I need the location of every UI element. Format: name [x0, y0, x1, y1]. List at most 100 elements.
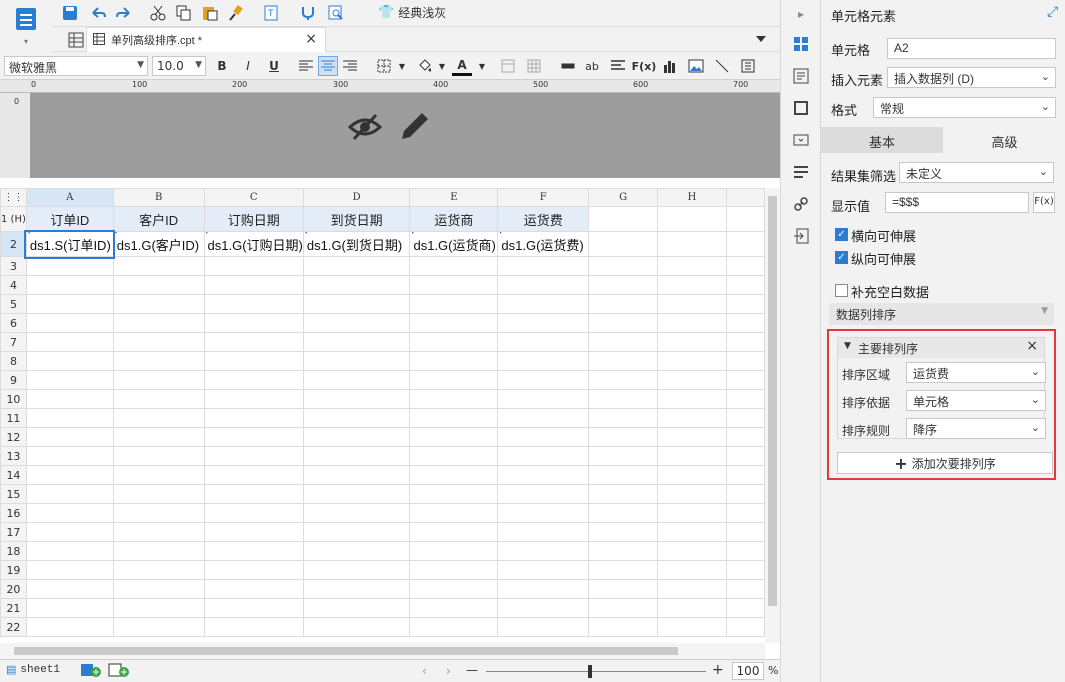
empty-cell[interactable]	[657, 617, 727, 637]
empty-cell[interactable]	[588, 598, 659, 618]
empty-cell[interactable]	[725, 351, 765, 371]
empty-cell[interactable]	[112, 294, 205, 314]
empty-cell[interactable]	[588, 408, 659, 428]
preview-icon[interactable]: T	[262, 3, 282, 23]
add-sheet-icon[interactable]	[80, 663, 102, 680]
empty-cell[interactable]	[588, 541, 659, 561]
empty-cell[interactable]	[203, 294, 304, 314]
empty-cell[interactable]	[203, 484, 304, 504]
formula-button[interactable]: F(x)	[1033, 192, 1055, 213]
empty-cell[interactable]	[409, 351, 499, 371]
add-secondary-sort-button[interactable]: + 添加次要排列序	[837, 452, 1053, 474]
empty-cell[interactable]	[497, 389, 590, 409]
header-cell[interactable]: 客户ID	[112, 206, 205, 232]
app-menu-button[interactable]: ▾	[0, 0, 52, 52]
empty-cell[interactable]	[302, 560, 411, 580]
row-header[interactable]: 19	[0, 560, 27, 580]
hyperlink-icon[interactable]	[791, 194, 811, 214]
empty-cell[interactable]	[112, 351, 205, 371]
empty-cell[interactable]	[725, 541, 765, 561]
empty-cell[interactable]	[25, 332, 114, 352]
row-header[interactable]: 6	[0, 313, 27, 333]
grid-view-icon[interactable]	[66, 30, 86, 50]
row-header[interactable]: 11	[0, 408, 27, 428]
empty-cell[interactable]	[203, 408, 304, 428]
theme-button[interactable]: 👕 经典浅灰	[378, 4, 446, 21]
vertical-scrollbar[interactable]	[765, 188, 780, 643]
empty-cell[interactable]	[203, 370, 304, 390]
empty-cell[interactable]	[497, 332, 590, 352]
empty-cell[interactable]	[25, 560, 114, 580]
empty-cell[interactable]	[497, 503, 590, 523]
widget-icon[interactable]	[791, 130, 811, 150]
empty-cell[interactable]	[588, 370, 659, 390]
row-header[interactable]: 17	[0, 522, 27, 542]
empty-cell[interactable]	[725, 598, 765, 618]
empty-cell[interactable]	[657, 446, 727, 466]
sort-area-select[interactable]: 运货费 ⌄	[906, 362, 1046, 383]
header-cell[interactable]: 到货日期	[302, 206, 411, 232]
empty-cell[interactable]	[657, 465, 727, 485]
empty-cell[interactable]	[497, 446, 590, 466]
empty-cell[interactable]	[725, 294, 765, 314]
hide-eye-icon[interactable]	[347, 111, 383, 146]
empty-cell[interactable]	[112, 541, 205, 561]
empty-cell[interactable]	[725, 370, 765, 390]
empty-cell[interactable]	[657, 522, 727, 542]
empty-cell[interactable]	[203, 541, 304, 561]
format-select[interactable]: 常规 ⌄	[873, 97, 1056, 118]
zoom-in-button[interactable]: +	[712, 662, 724, 678]
save-icon[interactable]	[60, 3, 80, 23]
empty-cell[interactable]	[112, 617, 205, 637]
cell-attr-icon[interactable]	[738, 56, 758, 76]
empty-cell[interactable]	[25, 370, 114, 390]
empty-cell[interactable]	[497, 351, 590, 371]
page-left-icon[interactable]: ‹	[422, 664, 427, 678]
column-header[interactable]: H	[657, 188, 727, 207]
empty-cell[interactable]	[112, 598, 205, 618]
empty-cell[interactable]	[497, 484, 590, 504]
empty-cell[interactable]	[302, 465, 411, 485]
empty-cell[interactable]	[203, 522, 304, 542]
empty-cell[interactable]	[657, 484, 727, 504]
empty-cell[interactable]	[725, 332, 765, 352]
empty-cell[interactable]	[725, 256, 765, 276]
empty-cell[interactable]	[497, 541, 590, 561]
data-column-cell[interactable]: ds1.G(运货商)	[409, 231, 499, 257]
empty-cell[interactable]	[302, 389, 411, 409]
empty-cell[interactable]	[112, 313, 205, 333]
empty-cell[interactable]	[497, 370, 590, 390]
empty-cell[interactable]	[112, 560, 205, 580]
empty-cell[interactable]	[657, 275, 727, 295]
plugin-icon[interactable]	[298, 3, 318, 23]
undo-icon[interactable]	[88, 3, 108, 23]
copy-icon[interactable]	[174, 3, 194, 23]
empty-cell[interactable]	[725, 522, 765, 542]
style-frame-icon[interactable]	[791, 98, 811, 118]
border-dropdown-icon[interactable]: ▼	[392, 56, 412, 76]
expand-v-checkbox[interactable]: ✓	[835, 251, 848, 264]
empty-cell[interactable]	[588, 484, 659, 504]
empty-cell[interactable]	[588, 294, 659, 314]
empty-cell[interactable]	[588, 206, 659, 232]
cell-element-icon[interactable]	[791, 34, 811, 54]
data-column-cell[interactable]: ds1.G(客户ID)	[112, 231, 205, 257]
empty-cell[interactable]	[409, 484, 499, 504]
empty-cell[interactable]	[725, 446, 765, 466]
fill-dropdown-icon[interactable]: ▼	[432, 56, 452, 76]
empty-cell[interactable]	[203, 560, 304, 580]
empty-cell[interactable]	[112, 408, 205, 428]
sort-section-header[interactable]: 数据列排序 ▼	[829, 303, 1054, 325]
empty-cell[interactable]	[657, 598, 727, 618]
empty-cell[interactable]	[112, 522, 205, 542]
empty-cell[interactable]	[112, 579, 205, 599]
empty-cell[interactable]	[203, 351, 304, 371]
empty-cell[interactable]	[25, 446, 114, 466]
empty-cell[interactable]	[112, 446, 205, 466]
empty-cell[interactable]	[725, 427, 765, 447]
empty-cell[interactable]	[25, 617, 114, 637]
border-icon[interactable]	[374, 56, 394, 76]
insert-line-icon[interactable]	[558, 56, 578, 76]
empty-cell[interactable]	[409, 579, 499, 599]
header-cell[interactable]: 运货商	[409, 206, 499, 232]
